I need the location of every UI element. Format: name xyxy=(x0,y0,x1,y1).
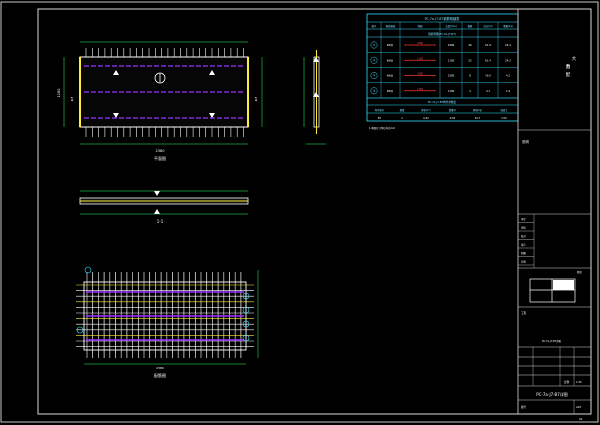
section-marker-1 xyxy=(154,191,160,196)
schedule-id-cell: ④ xyxy=(373,89,376,93)
section-view-label: 1-1 xyxy=(157,219,164,224)
schedule-spec-cell: Φ8@ xyxy=(387,58,394,62)
schedule-count-cell: 4 xyxy=(469,89,471,93)
tb-scale-label: 比例 xyxy=(564,380,570,384)
schedule-header-cell: 总长(m) xyxy=(484,24,493,28)
sign-off-row-label: 校对 xyxy=(521,234,526,238)
schedule-weight-cell: 1.9 xyxy=(506,89,510,93)
tb-stage-label: 阶段 xyxy=(577,270,582,274)
tb-project-label: 工程 xyxy=(521,311,527,315)
schedule-spec-cell: Φ8@ xyxy=(387,43,394,47)
schedule-count-cell: 26 xyxy=(468,43,472,47)
rebar-schedule-table: PC-7a-J7-B7钢筋明细表 编号 钢筋规格 简图 长度(mm) 根数 总长(m) 重量… xyxy=(366,13,519,122)
schedule-id-cell: ② xyxy=(373,58,376,62)
summary-header-row: 构件编号 数量 体积(m³) 重量(t) 钢筋(kg) 混凝土 xyxy=(375,108,508,112)
tb-drawing-title: PC-7a-J7-B7详图 xyxy=(536,391,568,397)
schedule-length-cell: 1180 xyxy=(448,58,455,62)
sign-off-row-label: 审核 xyxy=(521,226,526,230)
schedule-header-row: 编号 钢筋规格 简图 长度(mm) 根数 总长(m) 重量(kg) xyxy=(372,24,513,28)
schedule-table-title: PC-7a-J7-B7钢筋明细表 xyxy=(425,16,461,21)
schedule-length-cell: 1180 xyxy=(448,89,455,93)
notes-label: 说明 xyxy=(522,139,529,144)
rebar-view: 2380 配筋图 xyxy=(76,266,259,378)
schedule-body: ① Φ8@ 2380 2380 26 61.9 24.4 ② Φ8@ 1180 1180 52 61.4… xyxy=(367,41,518,99)
key-plan-highlight xyxy=(553,280,574,290)
schedule-count-cell: 8 xyxy=(469,74,471,78)
company-name-char: 装 xyxy=(566,63,571,70)
rebar-callout-circle xyxy=(84,266,92,274)
schedule-total-cell: 19.0 xyxy=(485,74,491,78)
sign-off-row-label: 制图 xyxy=(521,251,526,255)
plan-top-bar-ends xyxy=(85,48,244,57)
sign-off-row-label: 审定 xyxy=(521,217,526,221)
page-number: 42 xyxy=(579,417,583,421)
plan-section-mark-left: 1 xyxy=(70,97,73,103)
tb-sheet-value: A03 xyxy=(576,405,581,409)
schedule-id-cell: ① xyxy=(373,43,376,47)
schedule-total-cell: 61.4 xyxy=(485,58,491,62)
schedule-sub-header: 钢筋明细(PC-7a-J7-B7) xyxy=(428,32,456,36)
company-name-char: 大 xyxy=(572,55,577,62)
summary-data-cell: 0.55 xyxy=(450,116,456,120)
schedule-shape-len: 1180 xyxy=(417,88,424,91)
schedule-header-cell: 长度(mm) xyxy=(445,24,456,28)
summary-data-cell: 0.22 xyxy=(423,116,429,120)
schedule-shape-len: 2380 xyxy=(417,42,424,45)
tb-project-sub: PC-7a-J7-B7详图 xyxy=(542,339,562,343)
schedule-header-cell: 编号 xyxy=(372,24,377,28)
tb-scale-value: 1:25 xyxy=(576,380,582,384)
notes-small: 1.本图尺寸单位均为mm xyxy=(369,126,396,130)
schedule-spec-cell: Φ8@ xyxy=(387,89,394,93)
sign-off-row-label: 日期 xyxy=(521,260,526,264)
summary-data-cell: 1 xyxy=(401,116,403,120)
plan-dim-width-text: 1180 xyxy=(57,89,61,98)
plan-section-mark-right: 1 xyxy=(254,97,257,103)
schedule-header-cell: 根数 xyxy=(468,24,473,28)
tb-sheet-label: 图号 xyxy=(521,405,527,409)
schedule-id-cell: ③ xyxy=(373,74,376,78)
schedule-header-cell: 简图 xyxy=(418,24,423,28)
summary-data-cell: B7 xyxy=(378,116,382,120)
schedule-shape-len: 2380 xyxy=(417,73,424,76)
summary-data-cell: C30 xyxy=(502,116,507,120)
schedule-length-cell: 2380 xyxy=(448,43,455,47)
company-name-char: 配 xyxy=(566,72,571,78)
cad-drawing-canvas: 2380 1180 1 1 平面图 1-1 2380 配筋图 PC-7a-J7-… xyxy=(0,1,599,423)
summary-header-cell: 混凝土 xyxy=(501,108,509,112)
summary-header-cell: 体积(m³) xyxy=(421,108,431,112)
plan-dim-total-text: 2380 xyxy=(156,149,165,153)
rebar-dim-text: 2380 xyxy=(156,366,164,370)
sign-off-row-label: 设计 xyxy=(521,243,526,247)
schedule-header-cell: 重量(kg) xyxy=(503,24,513,28)
company-name: 大力装配 xyxy=(566,55,577,78)
schedule-weight-cell: 24.4 xyxy=(505,43,511,47)
summary-data-row: B7 1 0.22 0.55 54.7 C30 xyxy=(378,116,507,120)
schedule-total-cell: 4.7 xyxy=(486,89,490,93)
plan-view-label: 平面图 xyxy=(154,155,166,161)
summary-header-cell: 重量(t) xyxy=(449,108,456,112)
sign-off-rows: 审定审核校对设计制图日期 xyxy=(518,214,535,268)
schedule-spec-cell: Φ6@ xyxy=(387,74,394,78)
schedule-total-cell: 61.9 xyxy=(485,43,491,47)
schedule-header-cell: 钢筋规格 xyxy=(386,24,396,28)
summary-header-cell: 钢筋(kg) xyxy=(473,108,482,112)
schedule-count-cell: 52 xyxy=(468,58,472,62)
plan-bottom-bar-ends xyxy=(85,127,244,137)
schedule-summary-title: PC-7a-J7-B7构件参数表 xyxy=(428,100,457,104)
title-block: 大力装配 说明 审定审核校对设计制图日期 阶段 工程 PC-7a-J7-B7详图… xyxy=(517,9,591,414)
summary-header-cell: 构件编号 xyxy=(375,108,385,112)
schedule-weight-cell: 4.2 xyxy=(506,74,510,78)
schedule-shape-len: 1180 xyxy=(417,57,424,60)
plan-view: 2380 1180 1 1 平面图 xyxy=(57,41,263,161)
summary-data-cell: 54.7 xyxy=(475,116,481,120)
schedule-weight-cell: 24.2 xyxy=(505,58,511,62)
side-elevation-view xyxy=(303,50,326,145)
schedule-length-cell: 2380 xyxy=(448,74,455,78)
section-view: 1-1 xyxy=(79,190,249,224)
section-marker-2 xyxy=(154,209,160,214)
summary-header-cell: 数量 xyxy=(400,108,405,112)
rebar-view-label: 配筋图 xyxy=(154,372,166,378)
